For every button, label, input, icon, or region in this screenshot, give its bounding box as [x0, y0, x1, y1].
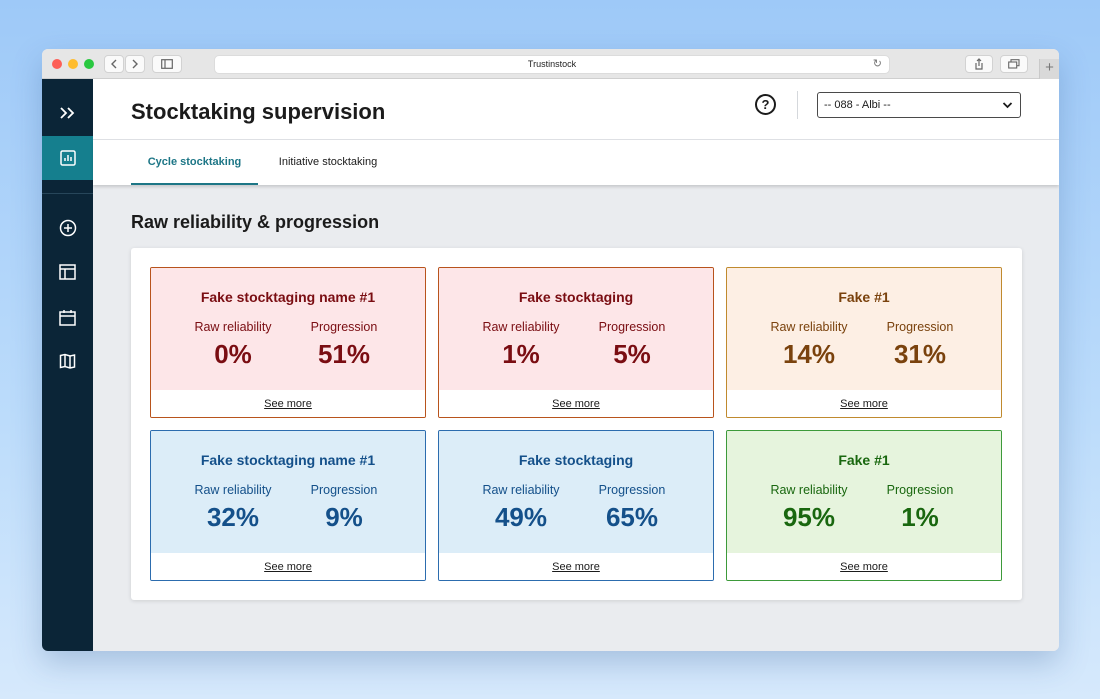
see-more-link[interactable]: See more: [151, 390, 425, 417]
maximize-window-button[interactable]: [84, 59, 94, 69]
raw-reliability-value: 1%: [502, 339, 540, 369]
card-title: Fake stocktaging: [518, 452, 634, 468]
report-chart-icon: [59, 150, 76, 166]
progression-value: 9%: [325, 502, 363, 532]
raw-reliability-label: Raw reliability: [194, 483, 272, 497]
card-body: Fake stocktaging Raw reliability Progres…: [439, 268, 713, 390]
card-body: Fake stocktaging name #1 Raw reliability…: [151, 431, 425, 553]
close-window-button[interactable]: [52, 59, 62, 69]
stocktaking-card: Fake #1 Raw reliability Progression 14% …: [726, 267, 1002, 418]
raw-reliability-label: Raw reliability: [482, 320, 560, 334]
card-body: Fake #1 Raw reliability Progression 14% …: [727, 268, 1001, 390]
main-content: Stocktaking supervision ? -- 088 - Albi …: [93, 79, 1059, 651]
stocktaking-card: Fake stocktaging Raw reliability Progres…: [438, 430, 714, 581]
card-body: Fake stocktaging name #1 Raw reliability…: [151, 268, 425, 390]
calendar-icon: [59, 309, 76, 326]
minimize-window-button[interactable]: [68, 59, 78, 69]
add-circle-icon: [59, 219, 76, 237]
raw-reliability-value: 32%: [206, 502, 260, 532]
section-title: Raw reliability & progression: [131, 212, 380, 232]
raw-reliability-label: Raw reliability: [194, 320, 272, 334]
sidebar-item-reports[interactable]: [42, 136, 93, 180]
sidebar-item-map[interactable]: [42, 339, 93, 383]
card-title: Fake #1: [838, 452, 890, 468]
chevron-left-icon: [111, 59, 117, 69]
card-title: Fake stocktaging name #1: [200, 452, 376, 468]
sidebar-expand-button[interactable]: [42, 91, 93, 135]
raw-reliability-label: Raw reliability: [482, 483, 560, 497]
sidebar-icon: [161, 59, 173, 69]
store-select-value: -- 088 - Albi --: [824, 99, 891, 111]
back-button[interactable]: [104, 55, 124, 73]
progression-value: 51%: [317, 339, 371, 369]
new-tab-button[interactable]: +: [1039, 59, 1059, 79]
sidebar-item-add[interactable]: [42, 206, 93, 250]
tab-initiative-stocktaking[interactable]: Initiative stocktaking: [271, 140, 385, 185]
reload-icon[interactable]: ↻: [873, 56, 882, 73]
cards-panel: Fake stocktaging name #1 Raw reliability…: [131, 248, 1022, 600]
address-bar-title: Trustinstock: [527, 59, 577, 69]
raw-reliability-value: 95%: [782, 502, 836, 532]
card-title: Fake #1: [838, 289, 890, 305]
see-more-link[interactable]: See more: [151, 553, 425, 580]
share-icon: [975, 58, 983, 70]
card-body: Fake #1 Raw reliability Progression 95% …: [727, 431, 1001, 553]
browser-titlebar: Trustinstock ↻ +: [42, 49, 1059, 79]
raw-reliability-label: Raw reliability: [770, 483, 848, 497]
stocktaking-card: Fake #1 Raw reliability Progression 95% …: [726, 430, 1002, 581]
progression-value: 1%: [901, 502, 939, 532]
page-title: Stocktaking supervision: [131, 99, 386, 124]
progression-label: Progression: [310, 483, 378, 497]
address-bar[interactable]: Trustinstock ↻: [214, 55, 890, 74]
store-select[interactable]: -- 088 - Albi --: [817, 92, 1021, 118]
see-more-link[interactable]: See more: [439, 553, 713, 580]
raw-reliability-value: 0%: [214, 339, 252, 369]
share-button[interactable]: [965, 55, 993, 73]
card-title: Fake stocktaging name #1: [200, 289, 376, 305]
tab-cycle-stocktaking[interactable]: Cycle stocktaking: [131, 140, 258, 185]
chevron-down-icon: [1002, 102, 1013, 109]
chevron-right-icon: [132, 59, 138, 69]
card-body: Fake stocktaging Raw reliability Progres…: [439, 431, 713, 553]
app-sidebar: [42, 79, 93, 651]
see-more-link[interactable]: See more: [439, 390, 713, 417]
stocktaking-card: Fake stocktaging name #1 Raw reliability…: [150, 267, 426, 418]
map-book-icon: [59, 353, 76, 369]
progression-label: Progression: [886, 483, 954, 497]
see-more-link[interactable]: See more: [727, 390, 1001, 417]
sidebar-item-layout[interactable]: [42, 250, 93, 294]
stocktaking-card: Fake stocktaging Raw reliability Progres…: [438, 267, 714, 418]
progression-value: 5%: [613, 339, 651, 369]
see-more-link[interactable]: See more: [727, 553, 1001, 580]
progression-label: Progression: [310, 320, 378, 334]
raw-reliability-label: Raw reliability: [770, 320, 848, 334]
tab-bar: Cycle stocktaking Initiative stocktaking: [93, 140, 1059, 185]
card-title: Fake stocktaging: [518, 289, 634, 305]
forward-button[interactable]: [125, 55, 145, 73]
progression-label: Progression: [886, 320, 954, 334]
progression-value: 31%: [893, 339, 947, 369]
help-icon[interactable]: ?: [755, 94, 776, 115]
progression-value: 65%: [605, 502, 659, 532]
stocktaking-card: Fake stocktaging name #1 Raw reliability…: [150, 430, 426, 581]
progression-label: Progression: [598, 483, 666, 497]
progression-label: Progression: [598, 320, 666, 334]
raw-reliability-value: 49%: [494, 502, 548, 532]
tabs-overview-button[interactable]: [1000, 55, 1028, 73]
expand-chevrons-icon: [59, 107, 74, 119]
sidebar-item-calendar[interactable]: [42, 295, 93, 339]
header-divider: [797, 91, 798, 119]
layout-table-icon: [59, 264, 76, 280]
sidebar-divider: [42, 193, 93, 194]
raw-reliability-value: 14%: [782, 339, 836, 369]
page-header: Stocktaking supervision ? -- 088 - Albi …: [93, 79, 1059, 140]
tabs-icon: [1008, 59, 1020, 69]
browser-window: Trustinstock ↻ + Stocktaking supervision…: [42, 49, 1059, 651]
sidebar-toggle-button[interactable]: [152, 55, 182, 73]
